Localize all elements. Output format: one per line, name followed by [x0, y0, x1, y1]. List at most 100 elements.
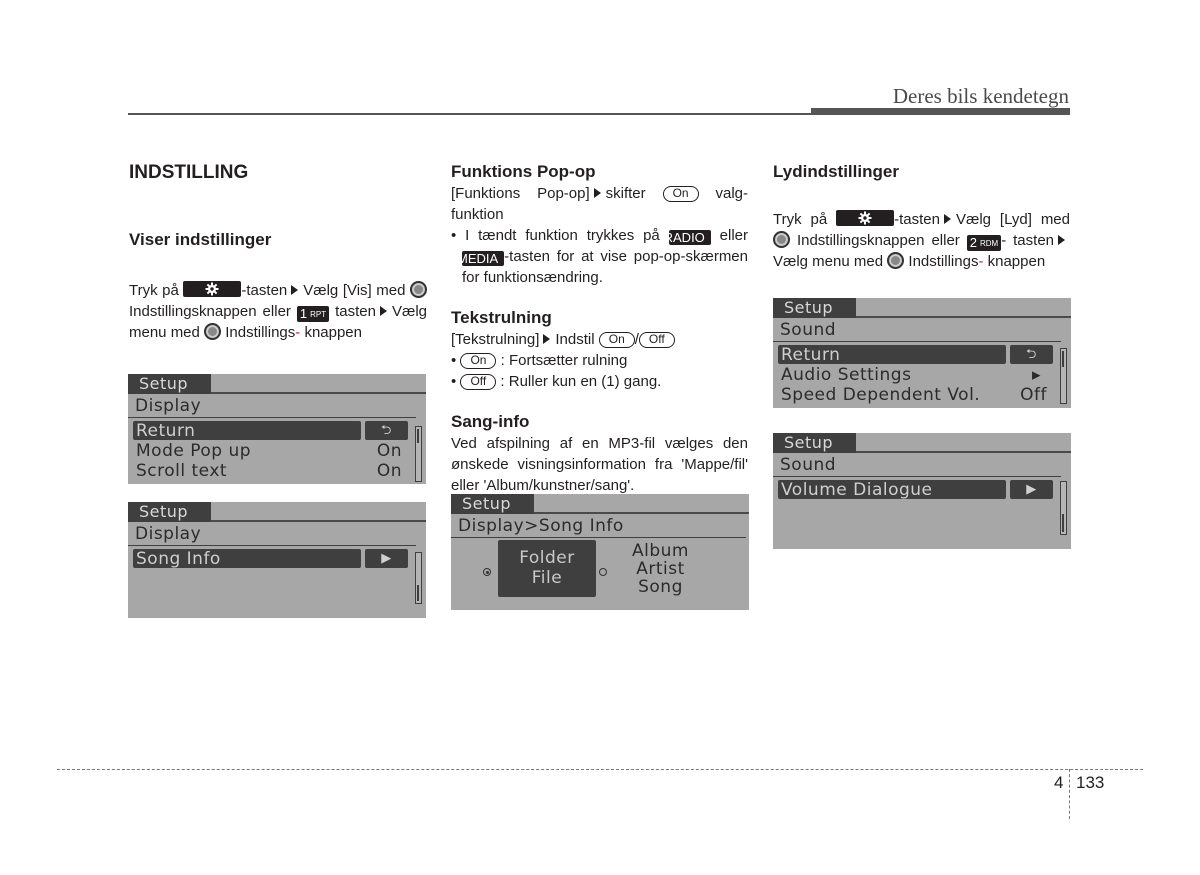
lcd-screen-song-info: Setup Display Song Info ▶: [128, 502, 426, 618]
tab-setup: Setup: [128, 502, 211, 522]
arrow-right-icon: [379, 306, 387, 316]
scrollbar-thumb[interactable]: [1062, 351, 1064, 367]
scrollbar[interactable]: [1060, 348, 1067, 404]
subheading-viser: Viser indstillinger: [129, 230, 272, 249]
menu-item-scroll-text[interactable]: Scroll text On: [128, 461, 426, 481]
chapter-number: 4: [1054, 773, 1064, 792]
menu-item-value: Off: [1020, 385, 1047, 405]
menu-item-audio-settings[interactable]: Audio Settings ▸: [773, 365, 1071, 385]
text: Vælg [Vis]: [303, 282, 372, 299]
arrow-right-icon: ▶: [381, 551, 392, 566]
tab-bar: Setup: [773, 298, 1071, 318]
text: Indstillings: [908, 253, 979, 270]
column-1: INDSTILLING Viser indstillinger Tryk på …: [129, 160, 427, 343]
return-icon: ⮌: [1026, 347, 1037, 362]
menu-item-value: On: [376, 461, 402, 481]
menu-item-volume-dialogue[interactable]: Volume Dialogue ▶: [773, 480, 1071, 500]
arrow-right-icon: [593, 188, 601, 198]
setup-key: [836, 210, 895, 226]
text: [Tekstrulning]: [451, 331, 540, 348]
tab-bar: Setup: [773, 433, 1071, 453]
menu-item-mode-pop-up[interactable]: Mode Pop up On: [128, 441, 426, 461]
text: eller: [719, 227, 749, 244]
text: Indstillingsknappen eller: [796, 232, 960, 249]
tab-bar: Setup: [128, 374, 426, 394]
heading-funktions-pop-op: Funktions Pop-op: [451, 162, 596, 181]
menu-item-label: Mode Pop up: [136, 441, 252, 461]
radio-album-artist-song[interactable]: [599, 568, 607, 576]
gear-icon: [858, 211, 872, 225]
arrow-right-icon: [1058, 235, 1066, 245]
submenu-arrow-icon: ▸: [1031, 365, 1041, 385]
lcd-screen-sound: Setup Sound Return ⮌ Audio Settings ▸ Sp…: [773, 298, 1071, 408]
radio-folder-file[interactable]: [483, 568, 491, 576]
bullet: •: [451, 352, 457, 369]
text: -tasten for at vise pop-op-skærmen for f…: [462, 248, 748, 286]
tab-bar: Setup: [451, 494, 749, 514]
setup-key: [183, 281, 242, 297]
scrollbar[interactable]: [415, 552, 422, 604]
menu-item-return[interactable]: Return ⮌: [773, 345, 1071, 365]
scrollbar-thumb[interactable]: [417, 429, 419, 443]
return-button[interactable]: ⮌: [1010, 345, 1053, 364]
text: med: [1040, 211, 1070, 228]
column-2: Funktions Pop-op [Funktions Pop-op] skift…: [451, 160, 748, 496]
scrollbar[interactable]: [1060, 481, 1067, 535]
menu-item-return[interactable]: Return ⮌: [128, 421, 426, 441]
header-rule: [128, 113, 813, 115]
breadcrumb: Display: [128, 522, 416, 546]
enter-button[interactable]: ▶: [1010, 480, 1053, 499]
menu-item-label: Scroll text: [136, 461, 228, 481]
enter-button[interactable]: ▶: [365, 549, 408, 568]
option-line: Folder: [519, 548, 575, 568]
text: : Fortsætter rulning: [500, 352, 628, 369]
heading-tekstrulning: Tekstrulning: [451, 308, 552, 327]
preset-1-key: 1 RPT: [296, 306, 330, 322]
text: knappen: [987, 253, 1046, 270]
sang-info-text: Ved afspilning af en MP3-fil vælges den …: [451, 435, 748, 494]
text: Indstillings: [225, 324, 296, 341]
radio-key: RADIO: [664, 230, 711, 245]
section-title: INDSTILLING: [129, 162, 249, 183]
scrollbar[interactable]: [415, 426, 422, 482]
text: : Ruller kun en (1) gang.: [500, 373, 662, 390]
off-pill: Off: [460, 374, 497, 390]
hyphen: -: [978, 253, 984, 270]
option-line: Artist: [636, 559, 685, 579]
arrow-right-icon: [543, 334, 551, 344]
lcd-screen-volume-dialogue: Setup Sound Volume Dialogue ▶: [773, 433, 1071, 549]
funktions-bullet: • I tændt funktion trykkes på RADIO elle…: [451, 225, 748, 288]
tune-knob-icon: [204, 323, 222, 340]
scrollbar-thumb[interactable]: [1062, 514, 1064, 532]
menu-item-song-info[interactable]: Song Info ▶: [128, 549, 426, 569]
menu-item-label: Audio Settings: [781, 365, 912, 385]
option-folder-file[interactable]: Folder File: [498, 540, 596, 597]
on-pill: On: [460, 353, 497, 369]
arrow-right-icon: [291, 285, 299, 295]
text: [Funktions Pop-op]: [451, 185, 590, 202]
menu-item-label: Return: [781, 345, 841, 365]
instructions-lyd: Tryk på -tasten Vælg [Lyd] med Indstillin…: [773, 209, 1070, 272]
text: Indstillingsknappen eller: [129, 303, 291, 320]
key-number: 2: [969, 235, 977, 250]
tekst-bullet-off: • Off : Ruller kun en (1) gang.: [451, 371, 748, 392]
lcd-screen-song-info-options: Setup Display>Song Info Folder File Albu…: [451, 494, 749, 610]
tune-knob-icon: [887, 252, 905, 269]
tab-bar: Setup: [128, 502, 426, 522]
option-album-artist-song[interactable]: Album Artist Song: [632, 542, 689, 596]
text: tasten: [1013, 232, 1055, 249]
text: • I tændt funktion trykkes på: [451, 227, 660, 244]
text: Indstil: [555, 331, 595, 348]
menu-item-label: Speed Dependent Vol.: [781, 385, 981, 405]
tune-knob-icon: [410, 281, 427, 298]
instructions-viser: Tryk på -tasten Vælg [Vis] med Indstillin…: [129, 280, 427, 343]
menu-item-speed-dependent-vol[interactable]: Speed Dependent Vol. Off: [773, 385, 1071, 405]
text: tasten: [335, 303, 376, 320]
bullet: •: [451, 373, 457, 390]
footer-page-divider: [1069, 769, 1070, 819]
return-button[interactable]: ⮌: [365, 421, 408, 440]
option-line: Album: [632, 541, 689, 561]
scrollbar-thumb[interactable]: [417, 585, 419, 601]
heading-lydindstillinger: Lydindstillinger: [773, 162, 899, 181]
text: -tasten: [241, 282, 288, 299]
